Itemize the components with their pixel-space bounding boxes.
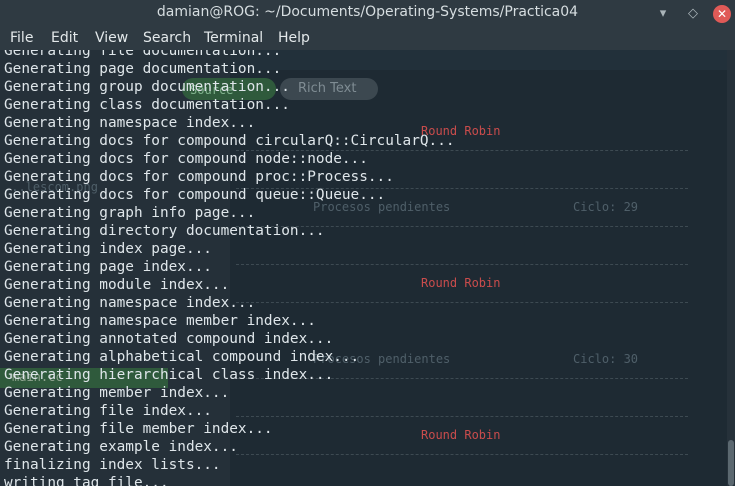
title-bar: damian@ROG: ~/Documents/Operating-System…	[0, 0, 735, 27]
menu-search[interactable]: Search	[143, 30, 191, 46]
window-title: damian@ROG: ~/Documents/Operating-System…	[156, 4, 579, 20]
terminal-line: Generating member index...	[4, 385, 230, 401]
menu-edit[interactable]: Edit	[51, 30, 78, 46]
terminal-line: Generating graph info page...	[4, 205, 256, 221]
terminal-line: Generating module index...	[4, 277, 230, 293]
terminal-line: Generating example index...	[4, 439, 238, 455]
close-icon[interactable]: ✕	[713, 5, 731, 23]
terminal-line: Generating directory documentation...	[4, 223, 325, 239]
terminal-line: Generating annotated compound index...	[4, 331, 334, 347]
terminal-line: Generating file index...	[4, 403, 212, 419]
maximize-icon[interactable]: ◇	[684, 5, 702, 23]
terminal-line: Generating index page...	[4, 241, 212, 257]
terminal-line: Generating hierarchical class index...	[4, 367, 334, 383]
scrollbar-thumb[interactable]	[728, 440, 734, 486]
terminal-line: Generating docs for compound circularQ::…	[4, 133, 455, 149]
terminal-line: Generating class documentation...	[4, 97, 290, 113]
terminal-line: Generating alphabetical compound index..…	[4, 349, 360, 365]
background-text: Ciclo: 29	[573, 200, 639, 214]
background-text: Ciclo: 30	[573, 352, 639, 366]
terminal-view[interactable]: Rich Text Source ...lescom.png main.cc R…	[0, 50, 727, 486]
menu-help[interactable]: Help	[278, 30, 310, 46]
terminal-line: Generating namespace member index...	[4, 313, 316, 329]
terminal-line: Generating namespace index...	[4, 295, 256, 311]
menu-file[interactable]: File	[10, 30, 33, 46]
terminal-line: Generating page index...	[4, 259, 212, 275]
terminal-line: Generating file documentation...	[4, 50, 282, 59]
terminal-line: Generating file member index...	[4, 421, 273, 437]
terminal-line: writing tag file...	[4, 475, 169, 486]
terminal-line: Generating namespace index...	[4, 115, 256, 131]
menu-view[interactable]: View	[95, 30, 128, 46]
terminal-line: Generating docs for compound proc::Proce…	[4, 169, 394, 185]
minimize-icon[interactable]: ▾	[654, 5, 672, 23]
terminal-line: Generating docs for compound node::node.…	[4, 151, 368, 167]
terminal-line: Generating page documentation...	[4, 61, 282, 77]
terminal-output: Generating file documentation... Generati…	[4, 50, 455, 486]
scrollbar[interactable]	[727, 50, 735, 486]
menu-terminal[interactable]: Terminal	[204, 30, 263, 46]
menu-bar: File Edit View Search Terminal Help	[0, 27, 735, 50]
terminal-line: finalizing index lists...	[4, 457, 221, 473]
terminal-line: Generating group documentation...	[4, 79, 290, 95]
terminal-line: Generating docs for compound queue::Queu…	[4, 187, 386, 203]
